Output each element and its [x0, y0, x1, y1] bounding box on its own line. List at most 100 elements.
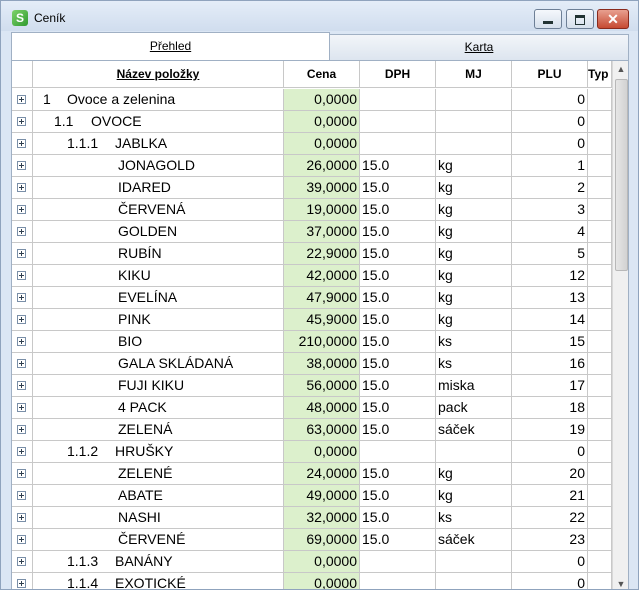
cell-typ[interactable] — [588, 243, 612, 265]
cell-plu[interactable]: 5 — [512, 243, 588, 265]
cell-name[interactable]: RUBÍN — [33, 243, 284, 265]
cell-plu[interactable]: 16 — [512, 353, 588, 375]
cell-dph[interactable] — [360, 573, 436, 589]
row-expander[interactable] — [12, 199, 33, 221]
row-expander[interactable] — [12, 287, 33, 309]
cell-dph[interactable]: 15.0 — [360, 419, 436, 441]
maximize-button[interactable] — [566, 9, 594, 29]
cell-dph[interactable]: 15.0 — [360, 221, 436, 243]
row-expander[interactable] — [12, 331, 33, 353]
cell-price[interactable]: 22,9000 — [284, 243, 360, 265]
cell-plu[interactable]: 0 — [512, 133, 588, 155]
cell-mj[interactable]: kg — [436, 155, 512, 177]
cell-dph[interactable]: 15.0 — [360, 265, 436, 287]
row-expander[interactable] — [12, 243, 33, 265]
cell-mj[interactable] — [436, 551, 512, 573]
cell-plu[interactable]: 18 — [512, 397, 588, 419]
cell-dph[interactable]: 15.0 — [360, 397, 436, 419]
scroll-up-icon[interactable]: ▲ — [613, 61, 628, 77]
expand-plus-icon[interactable] — [17, 557, 26, 566]
cell-mj[interactable]: kg — [436, 309, 512, 331]
expand-plus-icon[interactable] — [17, 513, 26, 522]
cell-dph[interactable] — [360, 133, 436, 155]
cell-typ[interactable] — [588, 309, 612, 331]
cell-dph[interactable]: 15.0 — [360, 529, 436, 551]
cell-price[interactable]: 48,0000 — [284, 397, 360, 419]
cell-mj[interactable] — [436, 111, 512, 133]
row-expander[interactable] — [12, 309, 33, 331]
cell-typ[interactable] — [588, 331, 612, 353]
cell-typ[interactable] — [588, 221, 612, 243]
row-expander[interactable] — [12, 463, 33, 485]
cell-plu[interactable]: 14 — [512, 309, 588, 331]
cell-typ[interactable] — [588, 89, 612, 111]
minimize-button[interactable] — [534, 9, 562, 29]
cell-dph[interactable]: 15.0 — [360, 309, 436, 331]
cell-name[interactable]: KIKU — [33, 265, 284, 287]
table-row[interactable]: ZELENÁ 63,0000 15.0 sáček 19 — [12, 419, 612, 441]
cell-plu[interactable]: 15 — [512, 331, 588, 353]
header-name[interactable]: Název položky — [33, 61, 284, 88]
expand-plus-icon[interactable] — [17, 315, 26, 324]
cell-dph[interactable]: 15.0 — [360, 353, 436, 375]
cell-plu[interactable]: 12 — [512, 265, 588, 287]
cell-typ[interactable] — [588, 199, 612, 221]
cell-typ[interactable] — [588, 353, 612, 375]
expand-plus-icon[interactable] — [17, 227, 26, 236]
cell-plu[interactable]: 0 — [512, 89, 588, 111]
cell-name[interactable]: 1.1.3 BANÁNY — [33, 551, 284, 573]
scroll-down-icon[interactable]: ▼ — [613, 576, 628, 589]
cell-name[interactable]: JONAGOLD — [33, 155, 284, 177]
cell-plu[interactable]: 2 — [512, 177, 588, 199]
cell-typ[interactable] — [588, 111, 612, 133]
expand-plus-icon[interactable] — [17, 381, 26, 390]
expand-plus-icon[interactable] — [17, 293, 26, 302]
scroll-thumb[interactable] — [615, 79, 628, 271]
cell-plu[interactable]: 0 — [512, 441, 588, 463]
cell-price[interactable]: 24,0000 — [284, 463, 360, 485]
cell-mj[interactable]: kg — [436, 199, 512, 221]
cell-price[interactable]: 0,0000 — [284, 441, 360, 463]
cell-name[interactable]: BIO — [33, 331, 284, 353]
cell-mj[interactable]: ks — [436, 353, 512, 375]
expand-plus-icon[interactable] — [17, 359, 26, 368]
cell-dph[interactable]: 15.0 — [360, 177, 436, 199]
table-row[interactable]: 1.1.3 BANÁNY 0,0000 0 — [12, 551, 612, 573]
row-expander[interactable] — [12, 375, 33, 397]
header-mj[interactable]: MJ — [436, 61, 512, 88]
row-expander[interactable] — [12, 573, 33, 589]
expand-plus-icon[interactable] — [17, 403, 26, 412]
cell-dph[interactable] — [360, 111, 436, 133]
table-row[interactable]: JONAGOLD 26,0000 15.0 kg 1 — [12, 155, 612, 177]
cell-plu[interactable]: 13 — [512, 287, 588, 309]
row-expander[interactable] — [12, 155, 33, 177]
tab-prehled[interactable]: Přehled — [11, 32, 330, 61]
tab-karta[interactable]: Karta — [329, 34, 629, 61]
cell-mj[interactable]: sáček — [436, 529, 512, 551]
cell-plu[interactable]: 0 — [512, 573, 588, 589]
cell-plu[interactable]: 21 — [512, 485, 588, 507]
cell-name[interactable]: ČERVENÉ — [33, 529, 284, 551]
cell-price[interactable]: 32,0000 — [284, 507, 360, 529]
cell-typ[interactable] — [588, 265, 612, 287]
table-row[interactable]: PINK 45,9000 15.0 kg 14 — [12, 309, 612, 331]
cell-price[interactable]: 47,9000 — [284, 287, 360, 309]
header-price[interactable]: Cena — [284, 61, 360, 88]
expand-plus-icon[interactable] — [17, 447, 26, 456]
cell-plu[interactable]: 0 — [512, 111, 588, 133]
header-typ[interactable]: Typ — [588, 61, 612, 88]
row-expander[interactable] — [12, 265, 33, 287]
cell-typ[interactable] — [588, 529, 612, 551]
cell-typ[interactable] — [588, 397, 612, 419]
cell-mj[interactable]: kg — [436, 243, 512, 265]
row-expander[interactable] — [12, 419, 33, 441]
table-row[interactable]: ČERVENÁ 19,0000 15.0 kg 3 — [12, 199, 612, 221]
row-expander[interactable] — [12, 397, 33, 419]
table-row[interactable]: ČERVENÉ 69,0000 15.0 sáček 23 — [12, 529, 612, 551]
cell-mj[interactable]: kg — [436, 287, 512, 309]
cell-mj[interactable] — [436, 573, 512, 589]
table-row[interactable]: NASHI 32,0000 15.0 ks 22 — [12, 507, 612, 529]
cell-mj[interactable]: sáček — [436, 419, 512, 441]
cell-typ[interactable] — [588, 375, 612, 397]
expand-plus-icon[interactable] — [17, 337, 26, 346]
